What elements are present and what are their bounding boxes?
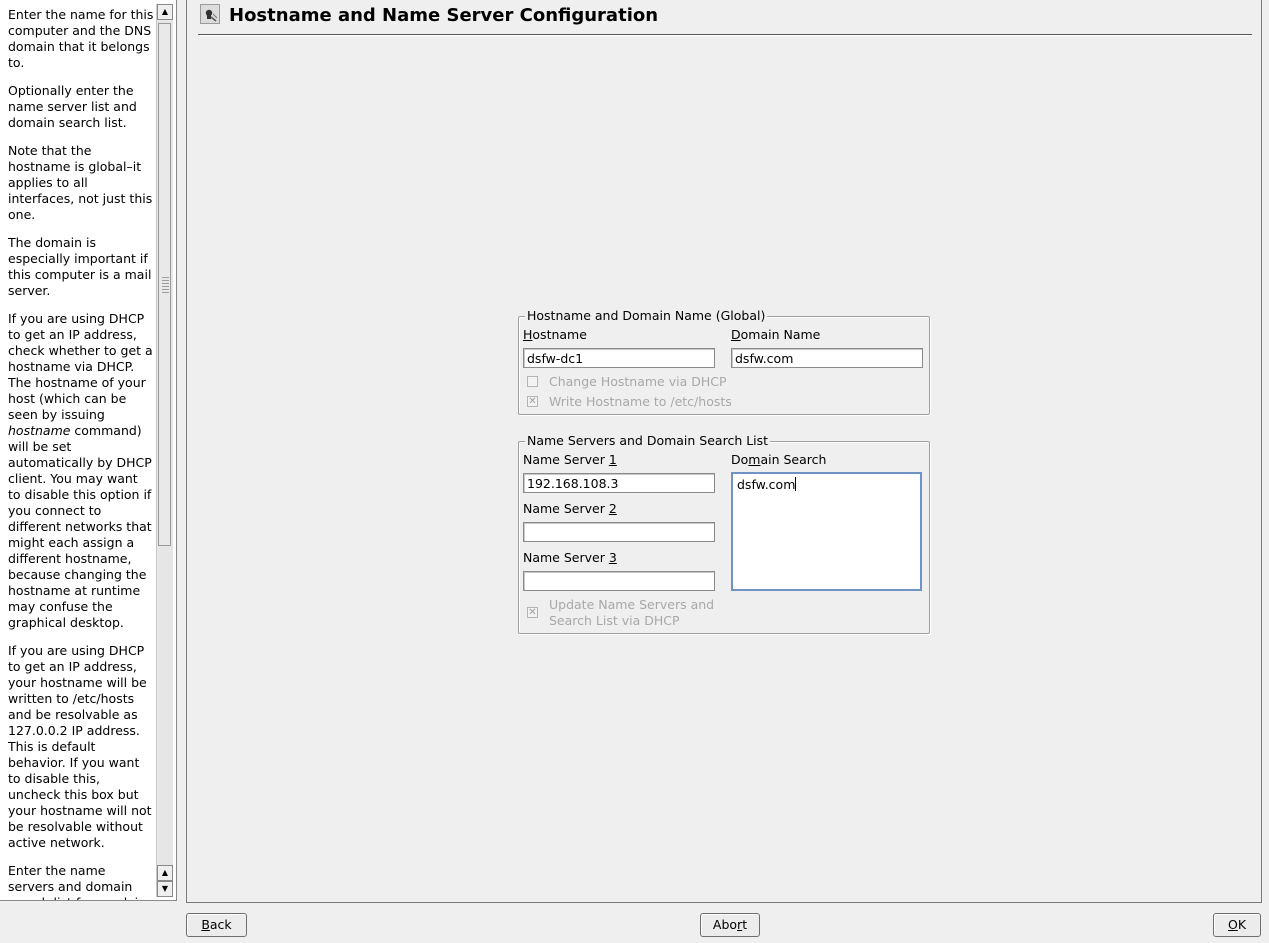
label-text: Name Server: [523, 452, 609, 467]
mnemonic: H: [523, 327, 533, 342]
scroll-down-icon: ▼: [161, 884, 169, 893]
abort-button[interactable]: Abort: [700, 913, 760, 937]
group-title: Name Servers and Domain Search List: [525, 433, 771, 449]
checkbox-label: Update Name Servers and Search List via D…: [549, 597, 714, 629]
label-text: Do: [731, 452, 749, 467]
check-mark-icon: ✕: [528, 607, 537, 618]
name-server-1-input[interactable]: 192.168.108.3: [523, 473, 715, 493]
domain-search-text: dsfw.com: [737, 477, 796, 492]
button-label: K: [1237, 917, 1247, 932]
help-scrollbar[interactable]: ▲ ▲ ▼: [156, 4, 173, 897]
page-title: Hostname and Name Server Configuration: [229, 5, 659, 26]
name-server-1-label: Name Server 1: [523, 452, 617, 468]
help-pane: Enter the name for this computer and the…: [0, 0, 177, 901]
help-paragraph: If you are using DHCP to get an IP addre…: [8, 311, 154, 631]
mnemonic: 1: [608, 452, 617, 467]
scroll-down-button[interactable]: ▼: [157, 881, 173, 897]
help-emphasis: hostname: [8, 423, 71, 438]
help-paragraph: Note that the hostname is global–it appl…: [8, 143, 153, 222]
name-server-3-label: Name Server 3: [523, 550, 617, 566]
hostname-label: Hostname: [523, 327, 587, 343]
help-text-span: command) will be set automatically by DH…: [8, 423, 152, 630]
label-text: Name Server: [523, 550, 609, 565]
mnemonic: 2: [608, 501, 617, 516]
label-text: Name Server: [523, 501, 609, 516]
name-server-2-input[interactable]: [523, 522, 715, 542]
help-paragraph: If you are using DHCP to get an IP addre…: [8, 643, 152, 850]
mnemonic: 3: [608, 550, 617, 565]
network-config-icon: [200, 4, 220, 24]
checkbox-box[interactable]: [527, 376, 538, 387]
scrollbar-thumb[interactable]: [158, 23, 171, 546]
label-line-1: Update Name Servers and: [549, 597, 715, 612]
help-paragraph: The domain is especially important if th…: [8, 235, 152, 298]
checkbox-box[interactable]: ✕: [527, 607, 538, 618]
button-label: Abo: [712, 917, 738, 932]
scrollbar-grip: [162, 277, 169, 295]
scroll-up-button[interactable]: ▲: [157, 4, 173, 20]
button-label: t: [742, 917, 748, 932]
help-paragraph: Optionally enter the name server list an…: [8, 83, 137, 130]
title-divider: [198, 34, 1252, 36]
label-text: ostname: [532, 327, 587, 342]
hostname-input[interactable]: dsfw-dc1: [523, 348, 715, 368]
mnemonic: B: [201, 917, 210, 932]
mnemonic: m: [748, 452, 761, 467]
help-paragraph: Enter the name servers and domain search…: [8, 863, 154, 900]
help-paragraph: Enter the name for this computer and the…: [8, 7, 154, 70]
domain-name-input[interactable]: dsfw.com: [731, 348, 923, 368]
scroll-up-icon: ▲: [161, 7, 169, 16]
text-cursor: [795, 477, 797, 491]
scroll-up-button-lower[interactable]: ▲: [157, 865, 173, 881]
name-server-2-label: Name Server 2: [523, 501, 617, 517]
help-text: Enter the name for this computer and the…: [8, 7, 154, 900]
checkbox-label: Write Hostname to /etc/hosts: [549, 394, 732, 409]
domain-name-label: Domain Name: [731, 327, 820, 343]
mnemonic: D: [731, 327, 741, 342]
checkbox-label: Change Hostname via DHCP: [549, 374, 727, 389]
button-label: ack: [209, 917, 232, 932]
domain-search-label: Domain Search: [731, 452, 826, 468]
label-line-2: Search List via DHCP: [549, 613, 680, 628]
scroll-up-icon: ▲: [161, 868, 169, 877]
network-config-icon-graphic: [205, 9, 218, 22]
name-server-3-input[interactable]: [523, 571, 715, 591]
check-mark-icon: ✕: [528, 396, 537, 407]
help-text-span: If you are using DHCP to get an IP addre…: [8, 311, 153, 422]
label-text: omain Name: [740, 327, 821, 342]
checkbox-box[interactable]: ✕: [527, 396, 538, 407]
domain-search-textarea[interactable]: dsfw.com: [731, 472, 922, 591]
label-text: ain Search: [760, 452, 827, 467]
ok-button[interactable]: OK: [1213, 913, 1261, 937]
mnemonic: O: [1227, 917, 1238, 932]
group-title: Hostname and Domain Name (Global): [525, 308, 768, 324]
back-button[interactable]: Back: [186, 913, 247, 937]
